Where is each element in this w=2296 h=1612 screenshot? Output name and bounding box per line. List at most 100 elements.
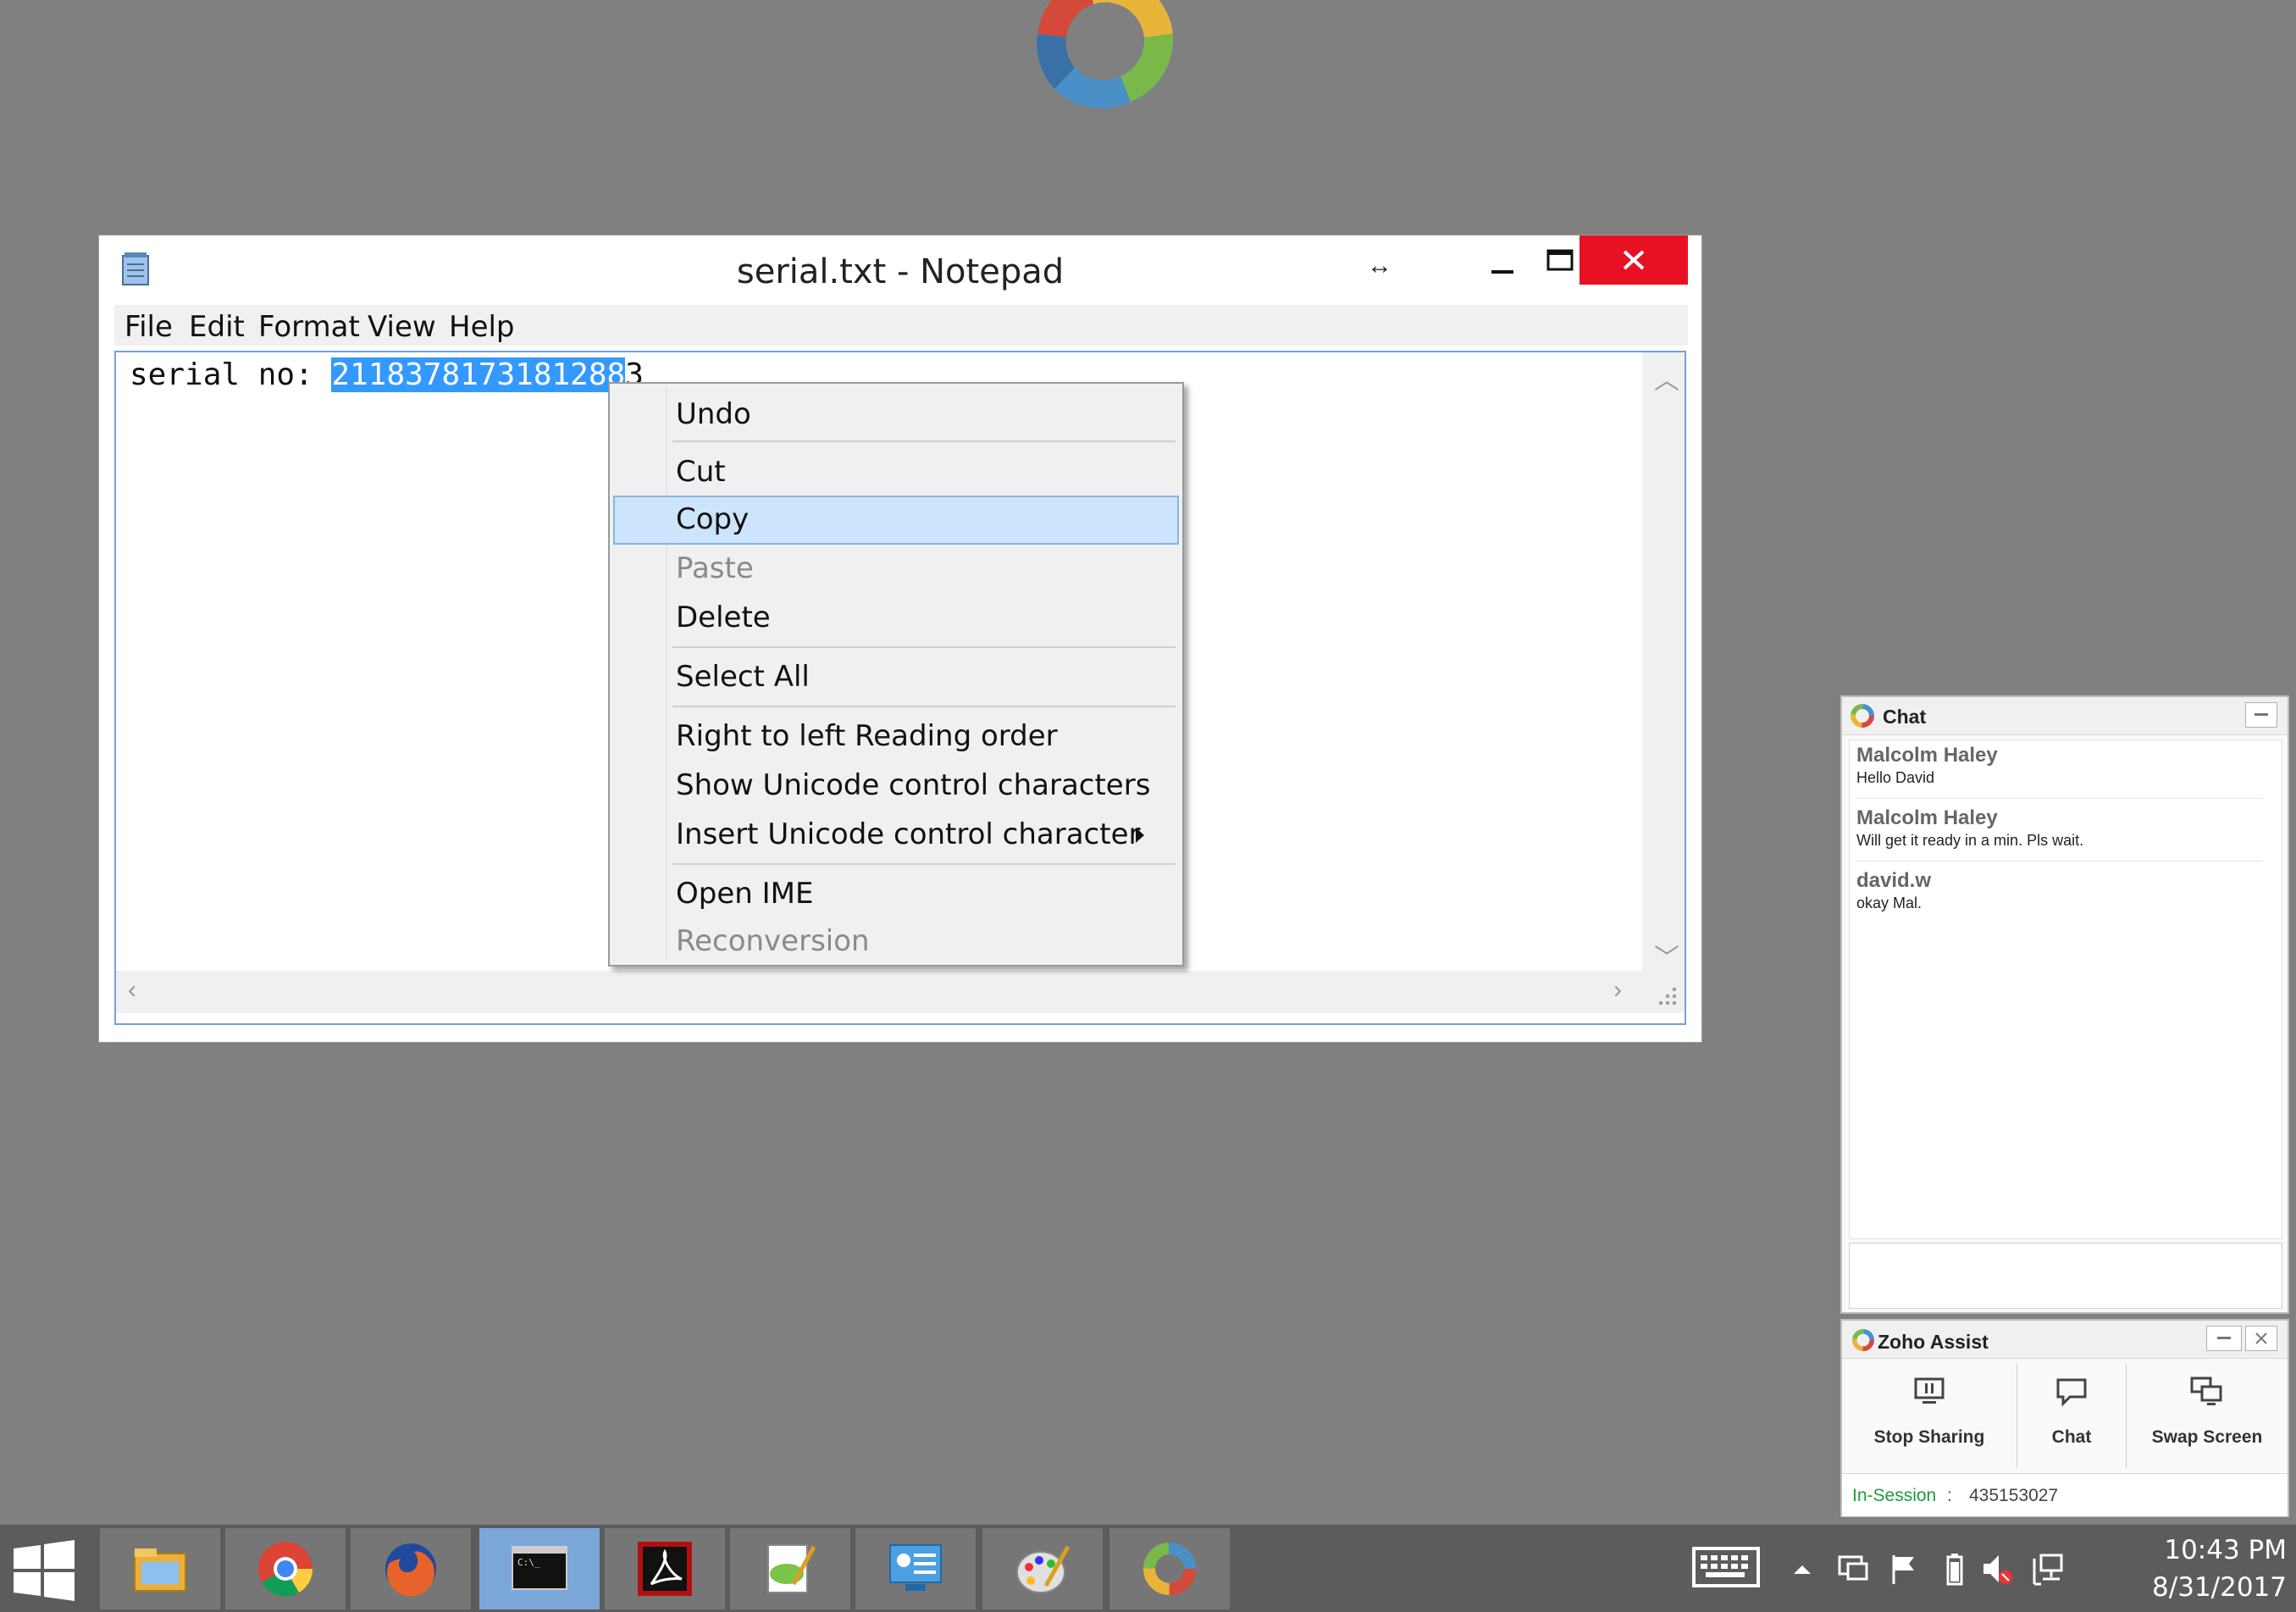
scroll-left-icon[interactable]: ‹	[128, 976, 136, 1005]
chat-title: Chat	[1883, 706, 1927, 728]
menu-item-label: Select All	[676, 660, 810, 694]
start-button[interactable]	[10, 1540, 78, 1601]
session-status: In-Session	[1852, 1486, 1937, 1505]
session-id: 435153027	[1969, 1486, 2059, 1505]
control-panel-icon	[889, 1544, 942, 1591]
menu-item-label: Show Unicode control characters	[676, 768, 1151, 802]
chat-header[interactable]: Chat	[1842, 697, 2288, 735]
taskbar-control-panel[interactable]	[855, 1528, 976, 1609]
close-button[interactable]	[1580, 235, 1688, 285]
chrome-icon	[258, 1542, 313, 1597]
maximize-button[interactable]	[1534, 244, 1585, 286]
chat-message: Malcolm Haley Hello David	[1856, 744, 2271, 787]
menu-item-reconversion: Reconversion	[610, 917, 1182, 965]
chat-message: david.w okay Mal.	[1856, 869, 2271, 912]
chat-bubble-icon	[2055, 1375, 2089, 1409]
vertical-scrollbar[interactable]: ︿ ﹀	[1642, 352, 1685, 974]
system-tray: 10:43 PM 8/31/2017	[1685, 1525, 2296, 1612]
show-hidden-icons-icon[interactable]	[1784, 1550, 1821, 1587]
chat-input[interactable]	[1849, 1243, 2282, 1309]
taskbar-notepad-plus[interactable]	[730, 1528, 850, 1609]
stop-sharing-button[interactable]: Stop Sharing	[1842, 1363, 2017, 1468]
menu-help[interactable]: Help	[449, 310, 515, 344]
menu-file[interactable]: File	[124, 310, 173, 344]
text-prefix: serial no:	[130, 357, 332, 392]
zoho-assist-icon	[1143, 1543, 1196, 1595]
taskbar-firefox[interactable]	[351, 1528, 471, 1609]
taskbar-acrobat[interactable]	[605, 1528, 725, 1609]
zoho-logo-icon	[1852, 1329, 1874, 1351]
menu-item-insert-unicode[interactable]: Insert Unicode control character	[610, 811, 1182, 858]
menu-item-paste: Paste	[610, 545, 1182, 592]
horizontal-scrollbar[interactable]: ‹ ›	[116, 971, 1642, 1013]
chat-button[interactable]: Chat	[2017, 1363, 2126, 1468]
zoho-logo-icon	[1851, 704, 1874, 728]
taskbar-paint[interactable]	[982, 1528, 1103, 1609]
swap-screen-icon	[2190, 1375, 2224, 1409]
context-menu: Undo Cut Copy Paste Delete Select All Ri…	[608, 382, 1184, 967]
battery-icon[interactable]	[1936, 1550, 1973, 1587]
scroll-up-icon[interactable]: ︿	[1654, 359, 1679, 396]
zoho-assist-header[interactable]: Zoho Assist	[1842, 1321, 2288, 1359]
file-explorer-icon	[134, 1548, 186, 1592]
menu-item-label: Undo	[676, 397, 751, 431]
menu-item-label: Paste	[676, 551, 754, 585]
menu-item-label: Open IME	[676, 877, 814, 911]
firefox-icon	[385, 1543, 436, 1597]
clock-time[interactable]: 10:43 PM	[2134, 1535, 2287, 1565]
zoho-assist-panel: Zoho Assist Stop Sharing Chat Swap Scree…	[1840, 1319, 2289, 1517]
swap-screen-button[interactable]: Swap Screen	[2127, 1363, 2288, 1468]
remote-session-icon[interactable]	[1834, 1550, 1872, 1587]
menu-item-copy[interactable]: Copy	[613, 496, 1179, 545]
selected-serial-text[interactable]: 2118378173181288	[331, 357, 626, 392]
stop-sharing-label: Stop Sharing	[1873, 1427, 1985, 1447]
notepad-plus-icon	[767, 1544, 816, 1593]
zoho-assist-title: Zoho Assist	[1878, 1331, 1989, 1353]
zoho-assist-minimize-button[interactable]	[2206, 1326, 2242, 1351]
windows-logo-icon	[14, 1540, 75, 1601]
chat-sender: Malcolm Haley	[1856, 806, 1998, 829]
acrobat-icon	[638, 1542, 692, 1596]
action-center-flag-icon[interactable]	[1885, 1550, 1923, 1587]
chat-text: okay Mal.	[1856, 895, 1923, 911]
status-separator: :	[1947, 1486, 1952, 1505]
menu-view[interactable]: View	[368, 310, 436, 344]
zoho-assist-close-button[interactable]	[2245, 1326, 2277, 1351]
menu-item-undo[interactable]: Undo	[610, 391, 1182, 438]
menu-item-label: Cut	[676, 455, 726, 489]
menu-item-delete[interactable]: Delete	[610, 594, 1182, 641]
taskbar-file-explorer[interactable]	[100, 1528, 220, 1609]
network-icon[interactable]	[2029, 1550, 2066, 1587]
svg-text:C:\_: C:\_	[517, 1557, 540, 1568]
menu-item-label: Insert Unicode control character	[676, 817, 1141, 851]
menu-format[interactable]: Format	[258, 310, 360, 344]
chat-sender: Malcolm Haley	[1856, 744, 1998, 767]
resize-grip-icon[interactable]	[1642, 971, 1685, 1013]
touch-keyboard-icon[interactable]	[1690, 1543, 1762, 1591]
scroll-down-icon[interactable]: ﹀	[1654, 937, 1679, 974]
taskbar-command-prompt[interactable]: C:\_	[479, 1528, 600, 1609]
chat-text: Will get it ready in a min. Pls wait.	[1856, 832, 2084, 849]
menu-item-label: Right to left Reading order	[676, 719, 1058, 753]
scroll-right-icon[interactable]: ›	[1613, 976, 1622, 1005]
chat-minimize-button[interactable]	[2245, 702, 2277, 728]
notepad-menu-bar: File Edit Format View Help	[114, 305, 1688, 346]
text-content[interactable]: serial no: 21183781731812883	[130, 357, 644, 392]
notepad-title-bar[interactable]: serial.txt - Notepad ↔	[99, 235, 1701, 303]
clock-date[interactable]: 8/31/2017	[2134, 1572, 2287, 1603]
submenu-arrow-icon	[1136, 828, 1144, 843]
volume-muted-icon[interactable]	[1978, 1550, 2016, 1587]
paint-icon	[1016, 1545, 1071, 1593]
menu-item-select-all[interactable]: Select All	[610, 653, 1182, 701]
minimize-button[interactable]	[1476, 244, 1527, 286]
taskbar-zoho-assist[interactable]	[1109, 1528, 1230, 1609]
taskbar-chrome[interactable]	[225, 1528, 346, 1609]
session-status-bar: In-Session : 435153027	[1842, 1473, 2288, 1516]
taskbar: C:\_ 10:43 PM 8/31/2017	[0, 1525, 2296, 1612]
menu-item-cut[interactable]: Cut	[610, 448, 1182, 496]
menu-item-rtl-reading-order[interactable]: Right to left Reading order	[610, 712, 1182, 760]
menu-item-open-ime[interactable]: Open IME	[610, 870, 1182, 917]
chat-text: Hello David	[1856, 769, 1935, 786]
menu-edit[interactable]: Edit	[189, 310, 245, 344]
menu-item-show-unicode[interactable]: Show Unicode control characters	[610, 762, 1182, 809]
